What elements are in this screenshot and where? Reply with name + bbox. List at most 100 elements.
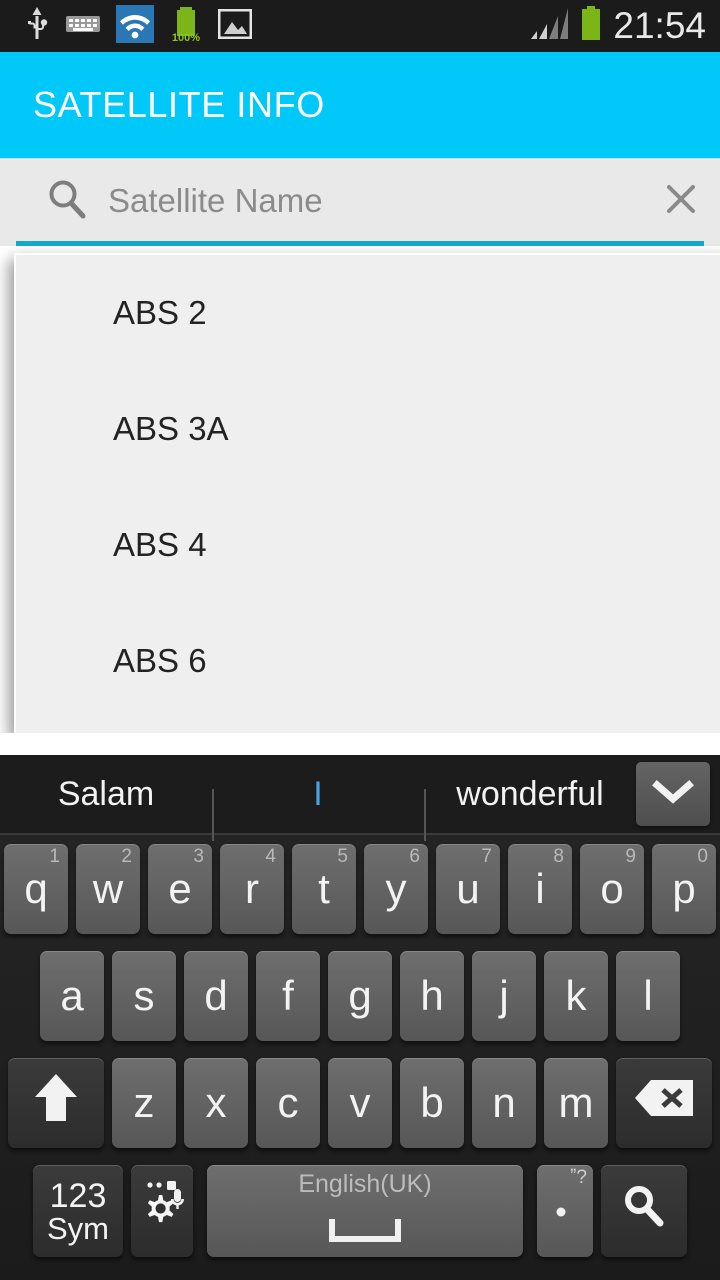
shift-arrow-up-icon	[33, 1071, 79, 1135]
spacebar-icon	[328, 1205, 402, 1253]
key-f[interactable]: f	[256, 950, 320, 1041]
key-label: a	[60, 971, 84, 1019]
clear-search-button[interactable]	[642, 159, 720, 243]
key-hint: 1	[49, 845, 60, 867]
key-x[interactable]: x	[184, 1057, 248, 1148]
list-item[interactable]: ABS 3A	[16, 371, 720, 487]
backspace-key[interactable]	[616, 1057, 712, 1148]
backspace-icon	[633, 1076, 695, 1130]
key-i[interactable]: 8 i	[508, 843, 572, 934]
suggestion-word-1[interactable]: Salam	[0, 775, 212, 814]
search-underline	[16, 241, 704, 246]
battery-charge-icon: 100%	[170, 5, 202, 48]
key-label: i	[535, 864, 545, 912]
key-label: q	[24, 864, 48, 912]
key-t[interactable]: 5 t	[292, 843, 356, 934]
status-bar-clock: 21:54	[613, 5, 706, 46]
key-p[interactable]: 0 p	[652, 843, 716, 934]
key-h[interactable]: h	[400, 950, 464, 1041]
key-label: x	[205, 1078, 227, 1126]
key-hint: ˮ?	[570, 1167, 587, 1188]
key-label: j	[499, 971, 509, 1019]
key-label: w	[92, 864, 124, 912]
key-q[interactable]: 1 q	[4, 843, 68, 934]
key-hint: 4	[265, 845, 276, 867]
chevron-down-icon	[651, 777, 695, 812]
shift-key[interactable]	[8, 1057, 104, 1148]
key-g[interactable]: g	[328, 950, 392, 1041]
battery-icon	[579, 5, 603, 47]
search-bar[interactable]: Satellite Name	[0, 158, 720, 246]
key-label: d	[204, 971, 228, 1019]
key-label: z	[133, 1078, 155, 1126]
key-label: y	[385, 864, 407, 912]
key-d[interactable]: d	[184, 950, 248, 1041]
content-background	[0, 733, 720, 755]
action-bar: SATELLITE INFO	[0, 52, 720, 158]
key-label: e	[168, 864, 192, 912]
key-label: p	[672, 864, 696, 912]
key-hint: 9	[625, 845, 636, 867]
period-key[interactable]: ˮ?	[537, 1165, 593, 1257]
symbols-key-line1: 123	[49, 1176, 107, 1215]
close-icon	[661, 179, 701, 224]
list-item[interactable]: ABS 4	[16, 487, 720, 603]
key-hint: 8	[553, 845, 564, 867]
gear-mic-icon	[136, 1177, 188, 1245]
keyboard-row-3: z x c v b n m	[0, 1049, 720, 1156]
status-bar: 100% 21:54	[0, 0, 720, 52]
key-label: b	[420, 1078, 444, 1126]
key-e[interactable]: 3 e	[148, 843, 212, 934]
space-key-language: English(UK)	[298, 1169, 432, 1198]
key-hint: 6	[409, 845, 420, 867]
key-b[interactable]: b	[400, 1057, 464, 1148]
list-item[interactable]: ABS 2	[16, 255, 720, 371]
key-label: m	[558, 1078, 594, 1126]
symbols-key-line2: Sym	[47, 1210, 109, 1246]
key-j[interactable]: j	[472, 950, 536, 1041]
key-label: c	[277, 1078, 299, 1126]
status-bar-left-icons: 100%	[0, 4, 529, 48]
usb-icon	[24, 6, 50, 46]
key-hint: 0	[697, 845, 708, 867]
signal-icon	[529, 7, 569, 46]
svg-text:100%: 100%	[172, 32, 200, 43]
key-w[interactable]: 2 w	[76, 843, 140, 934]
suggestion-word-2[interactable]: I	[212, 775, 424, 841]
key-o[interactable]: 9 o	[580, 843, 644, 934]
settings-key[interactable]	[131, 1165, 193, 1257]
suggestion-word-3[interactable]: wonderful	[424, 775, 636, 841]
list-item[interactable]: ABS 6	[16, 603, 720, 719]
keyboard-row-2: a s d f g h j k l	[0, 942, 720, 1049]
keyboard-search-key[interactable]	[601, 1165, 687, 1257]
page-title: SATELLITE INFO	[33, 84, 325, 125]
key-label: t	[318, 864, 330, 912]
key-hint: 3	[193, 845, 204, 867]
search-input[interactable]: Satellite Name	[108, 182, 642, 220]
key-z[interactable]: z	[112, 1057, 176, 1148]
suggestion-dropdown[interactable]: ABS 2 ABS 3A ABS 4 ABS 6	[14, 253, 720, 733]
key-n[interactable]: n	[472, 1057, 536, 1148]
image-icon	[217, 8, 253, 44]
key-label: o	[600, 864, 624, 912]
key-u[interactable]: 7 u	[436, 843, 500, 934]
key-y[interactable]: 6 y	[364, 843, 428, 934]
keyboard-icon	[66, 13, 100, 40]
symbols-key[interactable]: 123 Sym	[33, 1165, 123, 1257]
search-icon	[46, 178, 88, 225]
key-label: r	[245, 864, 259, 912]
key-a[interactable]: a	[40, 950, 104, 1041]
space-key[interactable]: English(UK)	[207, 1165, 523, 1257]
key-k[interactable]: k	[544, 950, 608, 1041]
key-m[interactable]: m	[544, 1057, 608, 1148]
key-s[interactable]: s	[112, 950, 176, 1041]
key-label: n	[492, 1078, 516, 1126]
expand-suggestions-button[interactable]	[636, 762, 710, 826]
suggestion-bar[interactable]: Salam I wonderful	[0, 755, 720, 841]
wifi-icon	[116, 4, 154, 48]
soft-keyboard[interactable]: Salam I wonderful 1 q 2 w 3 e 4 r 5 t 6 …	[0, 755, 720, 1280]
key-l[interactable]: l	[616, 950, 680, 1041]
key-c[interactable]: c	[256, 1057, 320, 1148]
key-v[interactable]: v	[328, 1057, 392, 1148]
key-r[interactable]: 4 r	[220, 843, 284, 934]
